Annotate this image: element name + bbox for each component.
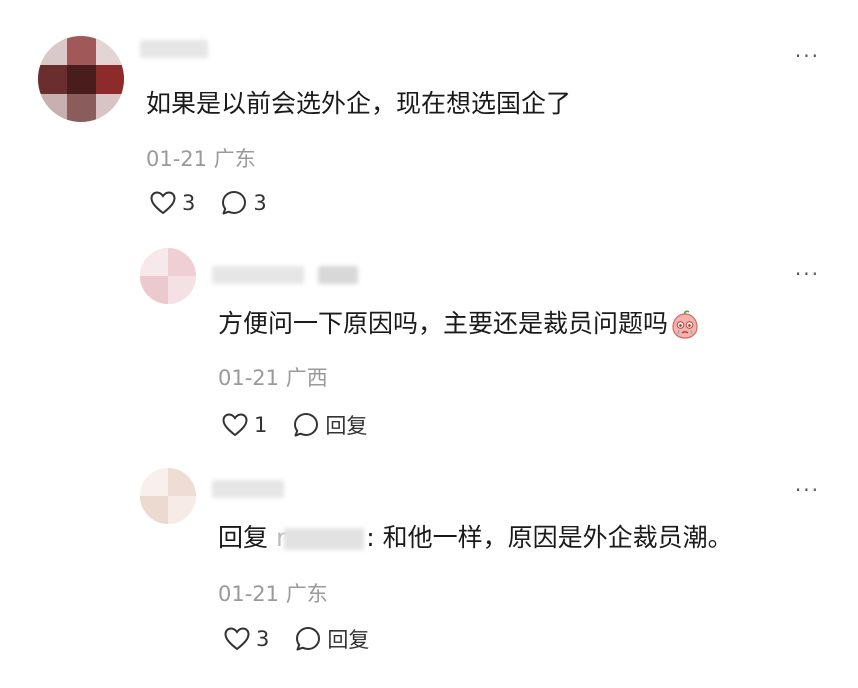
more-options-icon[interactable]: ··· — [795, 46, 820, 66]
reply-label: 回复 — [327, 628, 370, 652]
heart-icon — [224, 627, 250, 651]
username-suffix-blurred — [318, 266, 358, 284]
comment-bubble-icon — [294, 413, 319, 437]
comment-text: 如果是以前会选外企，现在想选国企了 — [146, 89, 572, 118]
comment-3: ··· 回复 r: 和他一样，原因是外企裁员潮。 01-21 广东 3 回复 — [0, 458, 858, 688]
reply-button[interactable]: 回复 — [295, 624, 369, 654]
crying-peach-emoji — [672, 310, 698, 339]
heart-icon — [150, 191, 176, 215]
username-blurred[interactable] — [140, 40, 208, 58]
more-options-icon[interactable]: ··· — [795, 264, 820, 284]
mention-blurred — [284, 528, 365, 550]
reply-count-button[interactable]: 3 — [221, 190, 267, 216]
comment-meta: 01-21 广东 — [218, 578, 328, 608]
like-count: 3 — [256, 627, 270, 651]
comment-1: ··· 如果是以前会选外企，现在想选国企了 01-21 广东 3 3 — [0, 0, 858, 240]
like-count: 1 — [254, 413, 268, 437]
reply-button[interactable]: 回复 — [293, 410, 367, 440]
username-blurred[interactable] — [212, 480, 284, 498]
comment-meta: 01-21 广东 — [146, 143, 256, 173]
like-button[interactable]: 3 — [150, 191, 195, 215]
avatar[interactable] — [140, 468, 196, 524]
reply-label: 回复 — [325, 414, 368, 438]
more-options-icon[interactable]: ··· — [795, 480, 820, 500]
comment-date: 01-21 — [218, 366, 280, 390]
comment-location: 广西 — [285, 366, 328, 390]
username-blurred[interactable] — [212, 266, 304, 284]
comment-location: 广东 — [285, 582, 328, 606]
reply-prefix: 回复 — [218, 523, 276, 552]
comment-actions: 3 3 — [150, 190, 293, 216]
avatar[interactable] — [140, 248, 196, 304]
comment-bubble-icon — [296, 627, 321, 651]
comment-actions: 3 回复 — [224, 624, 395, 654]
comment-bubble-icon — [222, 191, 247, 215]
heart-icon — [222, 413, 248, 437]
reply-count: 3 — [253, 191, 267, 215]
like-button[interactable]: 1 — [222, 413, 267, 437]
comment-meta: 01-21 广西 — [218, 362, 328, 392]
comment-text-body: : 和他一样，原因是外企裁员潮。 — [366, 523, 733, 552]
comment-actions: 1 回复 — [222, 410, 393, 440]
comment-date: 01-21 — [218, 582, 280, 606]
comment-2: ··· 方便问一下原因吗，主要还是裁员问题吗 01-21 广西 1 回复 — [0, 240, 858, 458]
like-count: 3 — [182, 191, 196, 215]
comment-text: 回复 r: 和他一样，原因是外企裁员潮。 — [218, 522, 733, 554]
comment-text: 方便问一下原因吗，主要还是裁员问题吗 — [218, 308, 700, 340]
avatar[interactable] — [38, 36, 124, 122]
comment-text-body: 方便问一下原因吗，主要还是裁员问题吗 — [218, 309, 669, 338]
comment-location: 广东 — [213, 147, 256, 171]
like-button[interactable]: 3 — [224, 627, 269, 651]
comment-date: 01-21 — [146, 147, 208, 171]
